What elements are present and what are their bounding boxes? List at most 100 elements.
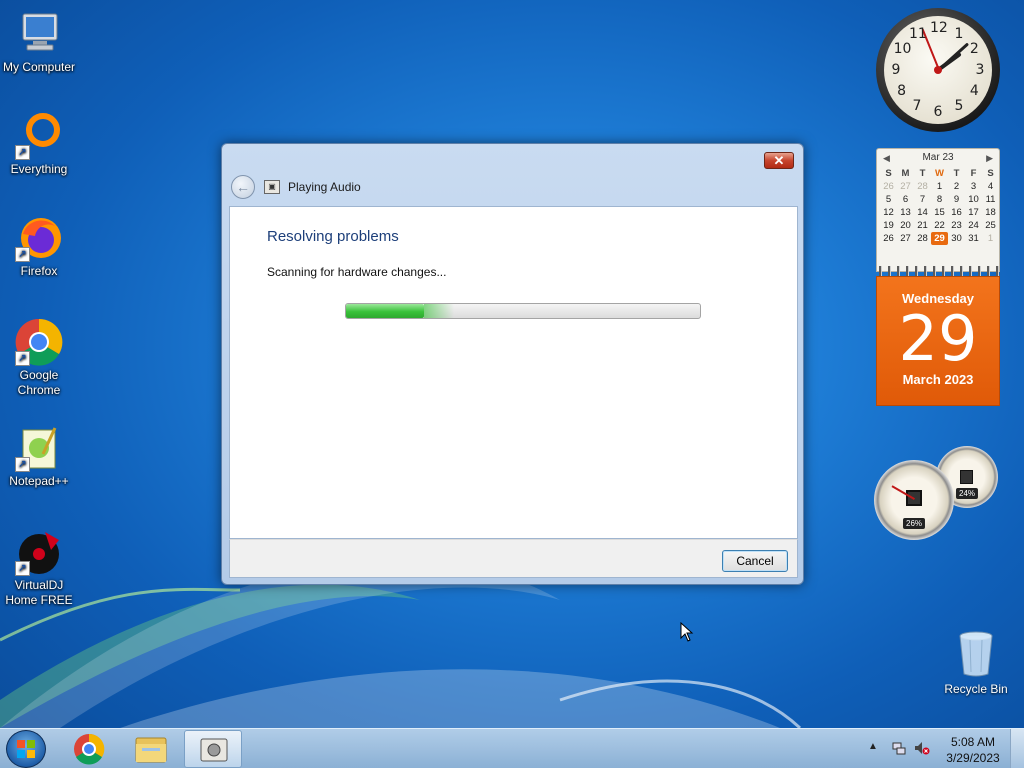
shortcut-arrow-icon: ↗ — [15, 351, 30, 366]
calendar-day[interactable]: 5 — [880, 193, 897, 206]
calendar-day[interactable]: 12 — [880, 206, 897, 219]
calendar-weekday-header: S — [885, 168, 892, 179]
calendar-weekday-header: F — [970, 168, 977, 179]
calendar-day[interactable]: 19 — [880, 219, 897, 232]
calendar-day-number: 29 — [898, 302, 978, 375]
close-button[interactable]: ✕ — [764, 152, 794, 169]
calendar-day[interactable]: 18 — [982, 206, 999, 219]
progress-fill — [346, 304, 454, 318]
desktop-icon-label: Firefox — [20, 264, 58, 278]
desktop-icon-virtualdj[interactable]: ↗ VirtualDJ Home FREE — [0, 528, 78, 608]
calendar-day[interactable]: 28 — [914, 232, 931, 245]
clock-number: 6 — [933, 104, 943, 120]
calendar-month-year: March 2023 — [902, 372, 974, 387]
volume-muted-icon[interactable] — [914, 741, 930, 755]
troubleshooter-dialog: ✕ ← ▣ Playing Audio Resolving problems S… — [221, 143, 804, 585]
desktop-icon-label: My Computer — [2, 60, 76, 74]
troubleshooter-icon — [200, 738, 228, 762]
desktop-icon-label: Notepad++ — [9, 474, 69, 488]
calendar-day[interactable]: 15 — [931, 206, 948, 219]
calendar-day[interactable]: 30 — [948, 232, 965, 245]
clock-date: 3/29/2023 — [946, 751, 1000, 765]
memory-chip-icon — [960, 470, 973, 484]
clock-time: 5:08 AM — [950, 735, 996, 749]
dialog-title: Playing Audio — [288, 180, 361, 194]
calendar-day[interactable]: 22 — [931, 219, 948, 232]
shortcut-arrow-icon: ↗ — [15, 145, 30, 160]
desktop-icon-recycle-bin[interactable]: Recycle Bin — [938, 630, 1014, 696]
calendar-day[interactable]: 3 — [965, 180, 982, 193]
desktop-icon-firefox[interactable]: ↗ Firefox — [0, 214, 78, 279]
calendar-day[interactable]: 20 — [897, 219, 914, 232]
calendar-day[interactable]: 24 — [965, 219, 982, 232]
clock-center — [934, 66, 942, 74]
desktop-icon-notepad-plus-plus[interactable]: ↗ Notepad++ — [0, 424, 78, 489]
calendar-weekday-header: M — [901, 168, 910, 179]
progress-bar — [345, 303, 701, 319]
calendar-day[interactable]: 7 — [914, 193, 931, 206]
status-text: Scanning for hardware changes... — [267, 265, 447, 279]
taskbar-explorer[interactable] — [122, 730, 180, 768]
calendar-day[interactable]: 26 — [880, 180, 897, 193]
calendar-day[interactable]: 9 — [948, 193, 965, 206]
calendar-day[interactable]: 1 — [982, 232, 999, 245]
calendar-day[interactable]: 10 — [965, 193, 982, 206]
calendar-day[interactable]: 14 — [914, 206, 931, 219]
calendar-day[interactable]: 26 — [880, 232, 897, 245]
clock-gadget[interactable]: 12 1 2 3 4 5 6 7 8 9 10 11 — [876, 8, 1000, 132]
start-button[interactable] — [6, 730, 46, 768]
shortcut-arrow-icon: ↗ — [15, 457, 30, 472]
calendar-day[interactable]: 6 — [897, 193, 914, 206]
calendar-day[interactable]: 27 — [897, 180, 914, 193]
network-icon[interactable] — [892, 741, 906, 755]
desktop-icon-label: VirtualDJ Home FREE — [5, 578, 73, 607]
calendar-day[interactable]: 13 — [897, 206, 914, 219]
show-desktop-button[interactable] — [1010, 729, 1024, 768]
calendar-month-label: Mar 23 — [922, 152, 954, 163]
calendar-next-icon[interactable]: ▶ — [986, 149, 993, 167]
calendar-day[interactable]: 17 — [965, 206, 982, 219]
calendar-day[interactable]: 4 — [982, 180, 999, 193]
calendar-day[interactable]: 16 — [948, 206, 965, 219]
system-clock[interactable]: 5:08 AM 3/29/2023 — [940, 734, 1006, 766]
clock-face: 12 1 2 3 4 5 6 7 8 9 10 11 — [884, 16, 992, 124]
mouse-cursor-icon — [680, 622, 694, 642]
calendar-day[interactable]: 2 — [948, 180, 965, 193]
calendar-weekday-header: S — [987, 168, 994, 179]
calendar-day[interactable]: 27 — [897, 232, 914, 245]
desktop-icon-my-computer[interactable]: My Computer — [0, 10, 78, 75]
calendar-day[interactable]: 23 — [948, 219, 965, 232]
clock-number: 8 — [897, 83, 907, 99]
calendar-day[interactable]: 11 — [982, 193, 999, 206]
calendar-day[interactable]: 21 — [914, 219, 931, 232]
calendar-gadget[interactable]: ◀ Mar 23 ▶ S M T W T F S 26 27 28 1 2 3 4 5 6 7 8 9 10 11 12 1… — [876, 148, 1000, 406]
show-hidden-icons-button[interactable]: ▲ — [868, 741, 878, 752]
cpu-value: 26% — [902, 517, 926, 529]
dialog-footer: Cancel — [229, 539, 798, 578]
calendar-weekday-header: T — [953, 168, 960, 179]
clock-number: 2 — [969, 41, 979, 57]
calendar-day-selected[interactable]: 29 — [931, 232, 948, 245]
cancel-button[interactable]: Cancel — [722, 550, 788, 572]
taskbar-troubleshooter[interactable] — [184, 730, 242, 768]
calendar-day[interactable]: 8 — [931, 193, 948, 206]
taskbar-chrome[interactable] — [60, 730, 118, 768]
clock-number: 4 — [969, 83, 979, 99]
calendar-day[interactable]: 25 — [982, 219, 999, 232]
calendar-day[interactable]: 31 — [965, 232, 982, 245]
clock-number: 5 — [954, 98, 964, 115]
troubleshooter-icon: ▣ — [264, 180, 280, 194]
calendar-day[interactable]: 1 — [931, 180, 948, 193]
calendar-month-view: ◀ Mar 23 ▶ S M T W T F S 26 27 28 1 2 3 4 5 6 7 8 9 10 11 12 1… — [876, 148, 1000, 272]
clock-number: 10 — [893, 41, 912, 57]
desktop-icon-google-chrome[interactable]: ↗ Google Chrome — [0, 318, 78, 398]
back-button[interactable]: ← — [231, 175, 255, 199]
calendar-header: ◀ Mar 23 ▶ — [877, 149, 999, 167]
desktop-icon-everything[interactable]: ↗ Everything — [0, 112, 78, 177]
cpu-meter[interactable]: 26% — [874, 460, 954, 540]
notepadplusplus-icon: ↗ — [15, 424, 63, 472]
calendar-day[interactable]: 28 — [914, 180, 931, 193]
taskbar: ▲ 5:08 AM 3/29/2023 — [0, 728, 1024, 768]
calendar-prev-icon[interactable]: ◀ — [883, 149, 890, 167]
clock-number: 9 — [891, 62, 901, 78]
